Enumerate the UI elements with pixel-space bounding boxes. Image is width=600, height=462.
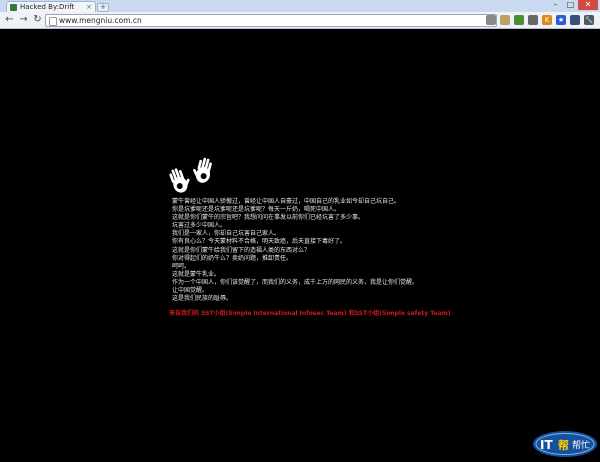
reload-button[interactable]: ↻ bbox=[32, 14, 43, 25]
close-window-button[interactable]: ✕ bbox=[578, 0, 598, 10]
forward-button[interactable]: → bbox=[18, 14, 29, 25]
message-line: 你是坑爹呢还是坑爹呢还是坑爹呢？每天一斤奶，喝死中国人。 bbox=[172, 206, 341, 214]
hands-logo-icon bbox=[169, 157, 212, 193]
minimize-button[interactable]: – bbox=[548, 0, 563, 10]
watermark-it: IT bbox=[540, 438, 553, 452]
watermark-help: 帮忙 bbox=[572, 439, 590, 451]
team-signature: 来自我们的 SST小组(Simple International Infosec… bbox=[169, 310, 451, 317]
url-text: www.mengniu.com.cn bbox=[59, 16, 142, 25]
ext-3-icon[interactable] bbox=[514, 15, 524, 25]
browser-window: Hacked By:Drift × + – □ ✕ ← → ↻ www.meng… bbox=[0, 0, 600, 462]
message-line: 这就是蒙牛乳业。 bbox=[172, 270, 221, 278]
address-bar[interactable]: www.mengniu.com.cn ☆ bbox=[45, 14, 497, 27]
ext-6-icon[interactable]: ★ bbox=[556, 15, 566, 25]
ext-2-icon[interactable] bbox=[500, 15, 510, 25]
message-line: 这就是你们蒙牛给我们留下的造福人类的东西对么？ bbox=[172, 246, 311, 254]
message-line: 呵呵。 bbox=[172, 262, 191, 270]
hack-message: 蒙牛曾经让中国人骄傲过，曾经让中国人自豪过，中国自己的乳业如今却自己坑自己。 你是… bbox=[172, 198, 452, 303]
ext-1-icon[interactable] bbox=[486, 15, 496, 25]
page-icon bbox=[49, 17, 57, 26]
maximize-button[interactable]: □ bbox=[563, 0, 578, 10]
message-line: 让中国觉醒。 bbox=[172, 287, 209, 295]
title-bar: Hacked By:Drift × + – □ ✕ bbox=[0, 0, 600, 13]
ext-7-icon[interactable] bbox=[570, 15, 580, 25]
ext-4-icon[interactable] bbox=[528, 15, 538, 25]
watermark-bang: 帮 bbox=[558, 438, 569, 452]
message-line: 作为一个中国人，你们该觉醒了，而我们的义务，成千上万的网民的义务，我是让你们觉醒… bbox=[172, 278, 419, 286]
message-line: 你对得起们的奶牛么？卖奶问题，推卸责任。 bbox=[172, 254, 293, 262]
back-button[interactable]: ← bbox=[4, 14, 15, 25]
it-bang-watermark-icon: IT 帮 帮忙 bbox=[533, 431, 597, 457]
navigation-toolbar: ← → ↻ www.mengniu.com.cn ☆ K ★ 🔧 bbox=[0, 12, 600, 29]
favicon-icon bbox=[10, 4, 17, 11]
message-line: 这是我们民族的耻辱。 bbox=[172, 295, 233, 303]
ext-5-icon[interactable]: K bbox=[542, 15, 552, 25]
new-tab-button[interactable]: + bbox=[97, 3, 109, 12]
message-line: 你有良心么？今天蒙材料不合格，明天致癌，后天直接下毒好了。 bbox=[172, 238, 347, 246]
message-line: 蒙牛曾经让中国人骄傲过，曾经让中国人自豪过，中国自己的乳业如今却自己坑自己。 bbox=[172, 198, 401, 205]
ext-8-icon[interactable]: 🔧 bbox=[584, 15, 594, 25]
